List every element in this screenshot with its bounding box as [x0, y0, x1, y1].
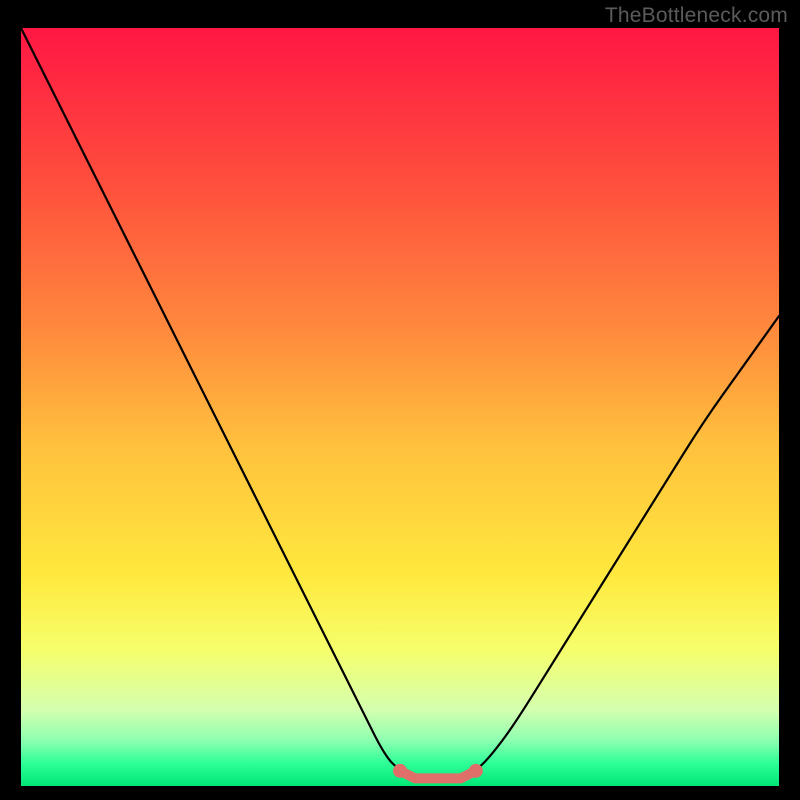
optimal-endpoint-dot [393, 764, 407, 778]
gradient-background [21, 28, 779, 786]
chart-svg [21, 28, 779, 786]
chart-frame: TheBottleneck.com [0, 0, 800, 800]
optimal-endpoint-dot [469, 764, 483, 778]
plot-area [21, 28, 779, 786]
watermark-label: TheBottleneck.com [605, 4, 788, 28]
